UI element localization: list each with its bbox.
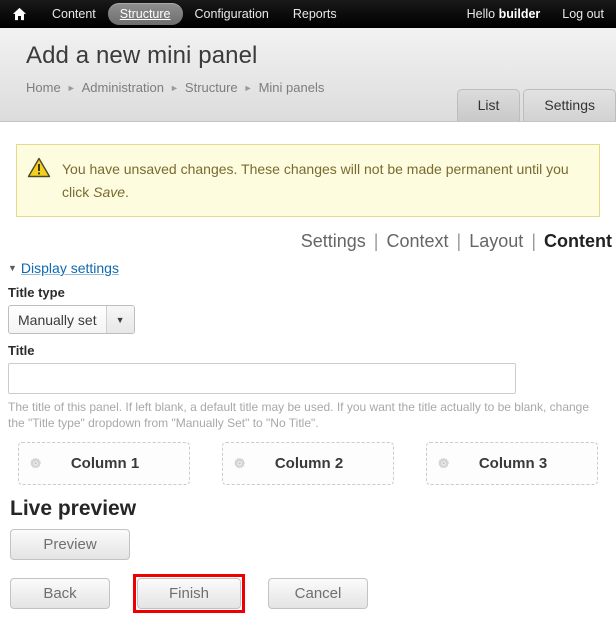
- gear-icon[interactable]: [233, 457, 247, 471]
- live-preview-heading: Live preview: [10, 497, 137, 520]
- wizard-action-buttons: Back Finish Cancel: [10, 574, 608, 613]
- wizard-step-settings[interactable]: Settings: [301, 231, 366, 251]
- title-type-select[interactable]: Manually set ▼: [8, 305, 135, 334]
- chevron-down-icon[interactable]: ▼: [105, 306, 134, 333]
- wizard-step-separator: |: [456, 231, 462, 251]
- finish-button[interactable]: Finish: [137, 578, 241, 609]
- title-help-text: The title of this panel. If left blank, …: [8, 400, 590, 430]
- breadcrumb-separator: ►: [66, 83, 76, 93]
- toolbar-item-configuration[interactable]: Configuration: [183, 3, 281, 25]
- title-type-label: Title type: [8, 285, 65, 300]
- preview-button[interactable]: Preview: [10, 529, 130, 560]
- column-label: Column 3: [478, 455, 548, 472]
- breadcrumb-item-home[interactable]: Home: [26, 80, 61, 95]
- cancel-button[interactable]: Cancel: [268, 578, 368, 609]
- back-button[interactable]: Back: [10, 578, 110, 609]
- unsaved-changes-warning: You have unsaved changes. These changes …: [16, 144, 600, 217]
- warning-text-part2: .: [125, 184, 129, 200]
- title-type-selected-value: Manually set: [18, 311, 97, 328]
- logout-link[interactable]: Log out: [562, 7, 606, 21]
- panel-columns: Column 1 Column 2 Column 3: [18, 442, 608, 485]
- user-greeting: Hello builder: [467, 7, 541, 21]
- tab-list[interactable]: List: [456, 89, 521, 121]
- finish-button-highlight: Finish: [133, 574, 245, 613]
- display-settings-label: Display settings: [20, 260, 119, 276]
- main-content: You have unsaved changes. These changes …: [0, 144, 616, 613]
- column-label: Column 1: [70, 455, 140, 472]
- gear-icon[interactable]: [437, 457, 451, 471]
- toolbar-nav: Content Structure Configuration Reports: [8, 3, 349, 25]
- page-title: Add a new mini panel: [26, 42, 258, 69]
- greeting-prefix: Hello: [466, 7, 499, 21]
- user-name[interactable]: builder: [499, 7, 541, 21]
- wizard-step-separator: |: [373, 231, 379, 251]
- gear-icon[interactable]: [29, 457, 43, 471]
- title-label: Title: [8, 343, 35, 358]
- column-region-3[interactable]: Column 3: [426, 442, 598, 485]
- toolbar-item-content[interactable]: Content: [40, 3, 108, 25]
- warning-emphasis-save: Save: [93, 184, 126, 200]
- admin-toolbar: Content Structure Configuration Reports …: [0, 0, 616, 28]
- display-settings-toggle[interactable]: ▼ Display settings: [8, 260, 608, 276]
- home-icon[interactable]: [8, 3, 30, 25]
- wizard-step-separator: |: [531, 231, 536, 251]
- warning-text-part1: You have unsaved changes. These changes …: [62, 161, 569, 200]
- column-region-2[interactable]: Column 2: [222, 442, 394, 485]
- toolbar-item-reports[interactable]: Reports: [281, 3, 349, 25]
- wizard-step-content-current: Content: [544, 231, 612, 251]
- chevron-down-icon: ▼: [8, 262, 17, 273]
- page-tabs: List Settings: [456, 89, 616, 121]
- column-region-1[interactable]: Column 1: [18, 442, 190, 485]
- tab-settings[interactable]: Settings: [523, 89, 616, 121]
- title-input[interactable]: [8, 363, 516, 394]
- wizard-step-links: Settings | Context | Layout | Content: [8, 217, 612, 256]
- breadcrumb-separator: ►: [243, 83, 253, 93]
- column-label: Column 2: [274, 455, 344, 472]
- warning-message: You have unsaved changes. These changes …: [62, 157, 587, 204]
- toolbar-item-structure[interactable]: Structure: [107, 3, 183, 25]
- breadcrumb-separator: ►: [169, 83, 179, 93]
- breadcrumb-item-administration[interactable]: Administration: [82, 80, 164, 95]
- page-header: Add a new mini panel Home ► Administrati…: [0, 28, 616, 122]
- wizard-step-context[interactable]: Context: [386, 231, 448, 251]
- toolbar-user-area: Hello builder Log out: [467, 7, 606, 21]
- warning-triangle-icon: [27, 157, 51, 181]
- breadcrumb-item-structure[interactable]: Structure: [185, 80, 238, 95]
- wizard-step-layout[interactable]: Layout: [469, 231, 523, 251]
- breadcrumb-item-mini-panels[interactable]: Mini panels: [259, 80, 325, 95]
